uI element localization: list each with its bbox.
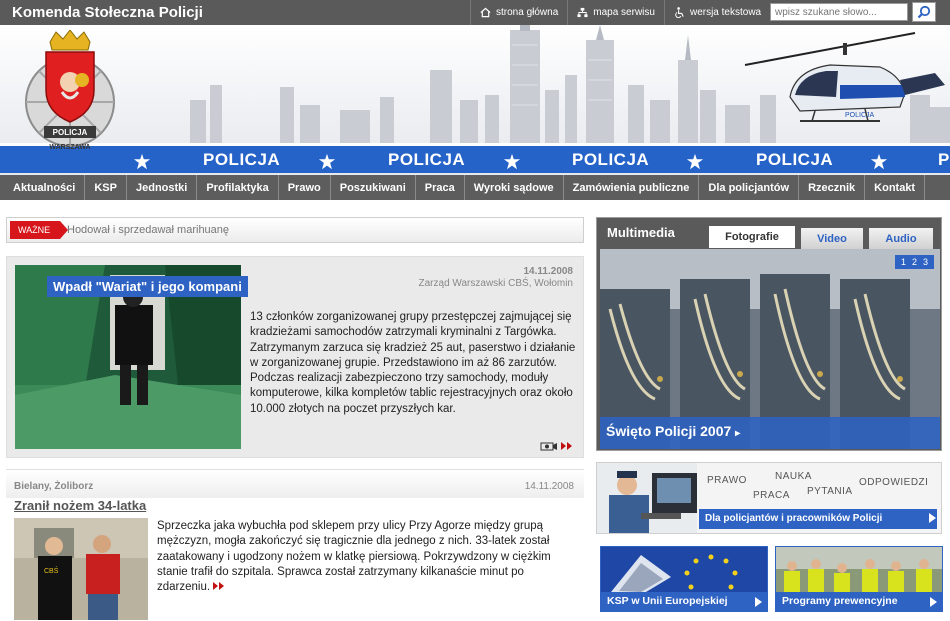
word-pytania: PYTANIA xyxy=(807,486,853,497)
nav-item-wyroki[interactable]: Wyroki sądowe xyxy=(465,175,564,200)
featured-more-link[interactable] xyxy=(540,441,573,451)
search-input[interactable] xyxy=(770,3,908,21)
nav-item-jednostki[interactable]: Jednostki xyxy=(127,175,198,200)
home-link[interactable]: strona główna xyxy=(470,0,567,25)
stripe-word: POLICJA xyxy=(756,150,834,169)
word-prawo: PRAWO xyxy=(707,475,747,486)
nav-item-poszukiwani[interactable]: Poszukiwani xyxy=(331,175,416,200)
home-link-label: strona główna xyxy=(496,7,559,18)
word-nauka: NAUKA xyxy=(775,471,812,482)
breaking-headline[interactable]: Hodował i sprzedawał marihuanę xyxy=(67,224,229,236)
news-date: 14.11.2008 xyxy=(524,481,574,492)
policemen-box-label: Dla policjantów i pracowników Policji xyxy=(699,509,937,529)
promo-prevention-label: Programy prewencyjne xyxy=(776,592,942,611)
page-3-button[interactable]: 3 xyxy=(920,256,931,268)
multimedia-photo[interactable]: 1 2 3 Święto Policji 2007 ▸ xyxy=(600,249,940,449)
chevron-right-icon: ▸ xyxy=(735,428,741,439)
double-arrow-icon xyxy=(561,442,572,450)
word-praca: PRACA xyxy=(753,490,790,501)
tab-video[interactable]: Video xyxy=(801,228,863,250)
featured-date: 14.11.2008 xyxy=(523,266,574,277)
sitemap-link[interactable]: mapa serwisu xyxy=(567,0,664,25)
city-skyline-image: POLICJA xyxy=(190,25,950,145)
nav-item-profilaktyka[interactable]: Profilaktyka xyxy=(197,175,279,200)
tab-audio[interactable]: Audio xyxy=(869,228,933,250)
page-1-button[interactable]: 1 xyxy=(898,256,909,268)
news-title[interactable]: Zranił nożem 34-latka xyxy=(14,498,146,513)
main-navigation: Aktualności KSP Jednostki Profilaktyka P… xyxy=(0,175,950,200)
page-2-button[interactable]: 2 xyxy=(909,256,920,268)
svg-text:POLICJA: POLICJA xyxy=(845,112,875,119)
policemen-box[interactable]: PRAWO NAUKA PRACA PYTANIA ODPOWIEDZI Dla… xyxy=(596,462,942,534)
top-links: strona główna mapa serwisu wersja teksto… xyxy=(470,0,770,25)
tab-fotografie[interactable]: Fotografie xyxy=(709,226,795,248)
sitemap-link-label: mapa serwisu xyxy=(593,7,655,18)
search-icon xyxy=(917,5,931,19)
star-icon xyxy=(133,153,151,170)
news-photo[interactable]: CBŚ xyxy=(14,518,148,620)
stripe-word: POLICJA xyxy=(388,150,466,169)
top-bar: Komenda Stołeczna Policji strona główna … xyxy=(0,0,950,25)
chevron-right-icon xyxy=(929,513,936,523)
header-banner: POLICJA POLICJA POLICJA POLICJA POLICJA … xyxy=(0,25,950,175)
camera-icon xyxy=(540,442,557,451)
news-header: Bielany, Żoliborz 14.11.2008 xyxy=(6,470,584,498)
featured-article: Wpadł "Wariat" i jego kompani 14.11.2008… xyxy=(6,256,584,458)
multimedia-pagination: 1 2 3 xyxy=(894,255,934,269)
accessibility-icon xyxy=(675,7,684,18)
text-version-link-label: wersja tekstowa xyxy=(689,7,762,18)
featured-source: Zarząd Warszawski CBŚ, Wołomin xyxy=(418,278,573,289)
news-text: Sprzeczka jaka wybuchła pod sklepem przy… xyxy=(157,519,577,595)
news-article: Bielany, Żoliborz 14.11.2008 Zranił noże… xyxy=(6,469,584,621)
stripe-word: POLICJA xyxy=(203,150,281,169)
police-stripe: POLICJA POLICJA POLICJA POLICJA POLICJA xyxy=(0,143,950,173)
chevron-right-icon xyxy=(755,597,762,607)
breaking-label: WAŻNE xyxy=(10,221,69,239)
search-button[interactable] xyxy=(912,2,936,22)
home-icon xyxy=(480,7,491,18)
nav-item-rzecznik[interactable]: Rzecznik xyxy=(799,175,866,200)
sitemap-icon xyxy=(577,7,588,18)
nav-item-ksp[interactable]: KSP xyxy=(85,175,127,200)
multimedia-title: Multimedia xyxy=(607,225,675,240)
stripe-word: POLICJA xyxy=(938,150,950,169)
stripe-word: POLICJA xyxy=(572,150,650,169)
word-odpowiedzi: ODPOWIEDZI xyxy=(859,477,929,488)
star-icon xyxy=(318,153,336,170)
svg-text:CBŚ: CBŚ xyxy=(44,566,59,575)
nav-item-dla-policjantow[interactable]: Dla policjantów xyxy=(699,175,800,200)
featured-title[interactable]: Wpadł "Wariat" i jego kompani xyxy=(47,276,248,297)
police-crest-logo[interactable]: POLICJA WARSZAWA xyxy=(20,30,120,156)
multimedia-caption[interactable]: Święto Policji 2007 ▸ xyxy=(600,417,940,449)
promo-eu-label: KSP w Unii Europejskiej xyxy=(601,592,767,611)
page: Komenda Stołeczna Policji strona główna … xyxy=(0,0,950,621)
star-icon xyxy=(870,153,888,170)
nav-item-praca[interactable]: Praca xyxy=(416,175,465,200)
breaking-news-bar: WAŻNE Hodował i sprzedawał marihuanę xyxy=(6,217,584,243)
star-icon xyxy=(686,153,704,170)
site-title[interactable]: Komenda Stołeczna Policji xyxy=(12,4,203,21)
officer-photo xyxy=(597,463,697,533)
nav-item-zamowienia[interactable]: Zamówienia publiczne xyxy=(564,175,700,200)
nav-item-kontakt[interactable]: Kontakt xyxy=(865,175,926,200)
promo-eu[interactable]: KSP w Unii Europejskiej xyxy=(600,546,768,612)
chevron-right-icon xyxy=(930,597,937,607)
nav-item-prawo[interactable]: Prawo xyxy=(279,175,331,200)
featured-text: 13 członków zorganizowanej grupy przestę… xyxy=(250,311,576,415)
promo-prevention[interactable]: Programy prewencyjne xyxy=(775,546,943,612)
star-icon xyxy=(503,153,521,170)
multimedia-caption-text: Święto Policji 2007 xyxy=(606,423,732,439)
multimedia-box: Multimedia Fotografie Video Audio 1 2 3 … xyxy=(596,217,942,451)
svg-text:POLICJA: POLICJA xyxy=(53,128,88,137)
double-arrow-icon[interactable] xyxy=(213,582,225,591)
svg-text:WARSZAWA: WARSZAWA xyxy=(49,144,90,151)
nav-item-aktualnosci[interactable]: Aktualności xyxy=(4,175,86,200)
text-version-link[interactable]: wersja tekstowa xyxy=(663,0,770,25)
news-location: Bielany, Żoliborz xyxy=(14,481,94,492)
